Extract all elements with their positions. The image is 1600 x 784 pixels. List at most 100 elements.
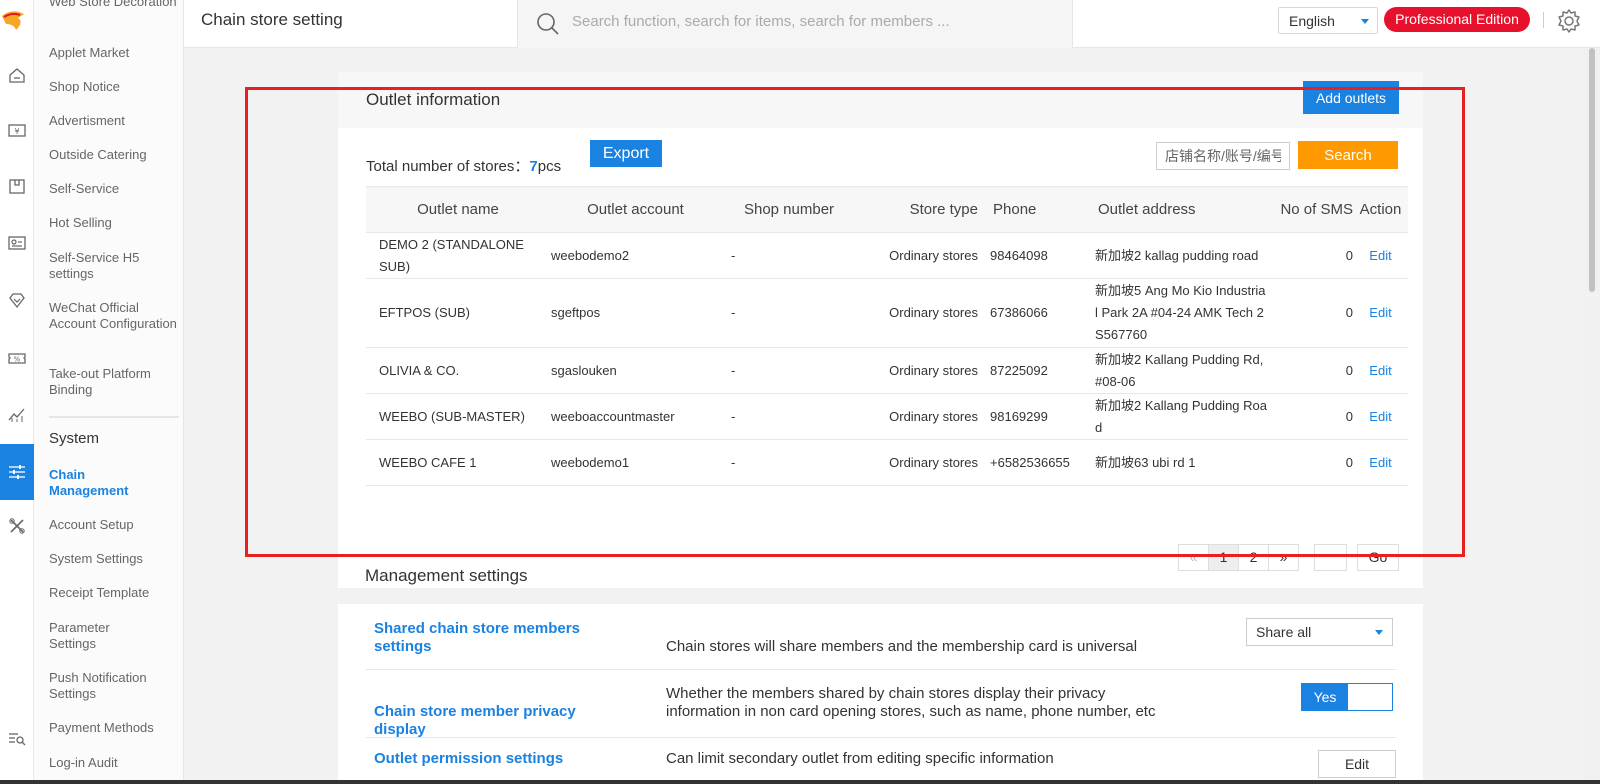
- edit-link[interactable]: Edit: [1353, 393, 1408, 440]
- edit-link[interactable]: Edit: [1353, 278, 1408, 348]
- sidebar-item-self-service-h5[interactable]: Self-Service H5 settings: [49, 250, 179, 282]
- sidebar-item-hot-selling[interactable]: Hot Selling: [49, 215, 179, 231]
- coupon-icon[interactable]: %: [0, 345, 34, 371]
- phone-cell: 98169299: [978, 393, 1083, 440]
- pagination-page-2[interactable]: 2: [1238, 544, 1269, 571]
- total-count: 7: [529, 158, 538, 175]
- sidebar-item-wechat-official[interactable]: WeChat Official Account Configuration: [49, 300, 179, 332]
- sidebar-item-parameter-settings[interactable]: Parameter Settings: [49, 620, 139, 652]
- outlet-account-cell: weebodemo1: [550, 439, 721, 486]
- sidebar-item-account-setup[interactable]: Account Setup: [49, 517, 179, 533]
- management-settings: Shared chain store members settings Chai…: [338, 604, 1423, 784]
- table-row: WEEBO (SUB-MASTER) weeboaccountmaster - …: [366, 393, 1408, 440]
- phone-cell: +6582536655: [978, 439, 1083, 486]
- diamond-icon[interactable]: [0, 287, 34, 313]
- store-search-input[interactable]: [1156, 142, 1290, 170]
- scrollbar[interactable]: [1584, 48, 1600, 784]
- sidebar-item-system-settings[interactable]: System Settings: [49, 551, 179, 567]
- chart-icon[interactable]: [0, 401, 34, 427]
- sidebar-item-web-store-decoration[interactable]: Web Store Decoration: [49, 0, 179, 10]
- main-content: Outlet information Add outlets Total num…: [184, 48, 1600, 784]
- address-cell: 新加坡5 Ang Mo Kio Industrial Park 2A #04-2…: [1083, 278, 1273, 348]
- chevron-down-icon: [1361, 19, 1369, 24]
- sms-count-cell: 0: [1273, 347, 1353, 394]
- add-outlets-button[interactable]: Add outlets: [1303, 81, 1399, 114]
- sidebar-item-payment-methods[interactable]: Payment Methods: [49, 720, 179, 736]
- chevron-down-icon: [1375, 630, 1383, 635]
- column-header[interactable]: Outlet address: [1083, 186, 1273, 233]
- edit-link[interactable]: Edit: [1353, 232, 1408, 279]
- sidebar-item-receipt-template[interactable]: Receipt Template: [49, 585, 179, 601]
- shop-number-cell: -: [721, 232, 857, 279]
- address-cell: 新加坡2 kallag pudding road: [1083, 232, 1273, 279]
- edition-badge[interactable]: Professional Edition: [1384, 7, 1530, 32]
- column-header[interactable]: Outlet account: [550, 186, 721, 233]
- store-type-cell: Ordinary stores: [857, 439, 978, 486]
- row-divider: [366, 737, 1396, 738]
- filter-search-icon[interactable]: [0, 725, 34, 751]
- home-icon[interactable]: [0, 62, 34, 88]
- table-row: EFTPOS (SUB) sgeftpos - Ordinary stores …: [366, 278, 1408, 348]
- sidebar-item-chain-management[interactable]: Chain Management: [49, 467, 149, 499]
- taskbar-edge: [0, 780, 1600, 784]
- pagination-page-1[interactable]: 1: [1208, 544, 1239, 571]
- pagination-go-button[interactable]: Go: [1357, 544, 1399, 571]
- sidebar-item-shop-notice[interactable]: Shop Notice: [49, 79, 179, 95]
- column-header[interactable]: Phone: [978, 186, 1083, 233]
- sidebar-item-login-audit[interactable]: Log-in Audit: [49, 755, 179, 771]
- sidebar-item-takeout-binding[interactable]: Take-out Platform Binding: [49, 366, 179, 398]
- member-card-icon[interactable]: [0, 230, 34, 256]
- outlet-name-cell: EFTPOS (SUB): [366, 278, 550, 348]
- pagination-next[interactable]: »: [1268, 544, 1299, 571]
- privacy-display-toggle[interactable]: Yes: [1301, 683, 1393, 711]
- svg-text:¥: ¥: [14, 127, 19, 136]
- column-header[interactable]: Shop number: [721, 186, 857, 233]
- outlet-name-cell: WEEBO (SUB-MASTER): [366, 393, 550, 440]
- global-search-input[interactable]: [572, 10, 1052, 32]
- box-icon[interactable]: [0, 173, 34, 199]
- address-cell: 新加坡2 Kallang Pudding Rd, #08-06: [1083, 347, 1273, 394]
- outlet-account-cell: weeboaccountmaster: [550, 393, 721, 440]
- phone-cell: 87225092: [978, 347, 1083, 394]
- edit-link[interactable]: Edit: [1353, 347, 1408, 394]
- sidebar-item-applet-market[interactable]: Applet Market: [49, 45, 179, 61]
- management-settings-title: Management settings: [365, 566, 528, 585]
- outlet-name-cell: OLIVIA & CO.: [366, 347, 550, 394]
- share-members-value: Share all: [1256, 624, 1312, 640]
- column-header[interactable]: No of SMS: [1273, 186, 1353, 233]
- column-header[interactable]: Store type: [857, 186, 978, 233]
- store-search-button[interactable]: Search: [1298, 141, 1398, 169]
- pagination-prev[interactable]: «: [1178, 544, 1209, 571]
- search-icon: [537, 13, 559, 35]
- tools-icon[interactable]: [0, 513, 34, 539]
- sidebar: Web Store Decoration Applet Market Shop …: [34, 0, 184, 784]
- column-header[interactable]: Outlet name: [366, 186, 550, 233]
- edit-link[interactable]: Edit: [1353, 439, 1408, 486]
- store-type-cell: Ordinary stores: [857, 347, 978, 394]
- sidebar-item-advertisment[interactable]: Advertisment: [49, 113, 179, 129]
- wallet-icon[interactable]: ¥: [0, 117, 34, 143]
- store-type-cell: Ordinary stores: [857, 232, 978, 279]
- column-header[interactable]: Action: [1353, 186, 1408, 233]
- sms-count-cell: 0: [1273, 393, 1353, 440]
- settings-sliders-icon[interactable]: [0, 444, 34, 500]
- store-type-cell: Ordinary stores: [857, 393, 978, 440]
- setting-desc-member-privacy: Whether the members shared by chain stor…: [666, 685, 1156, 720]
- pagination-page-input[interactable]: [1314, 544, 1347, 571]
- sidebar-item-outside-catering[interactable]: Outside Catering: [49, 147, 179, 163]
- sidebar-item-push-notification[interactable]: Push Notification Settings: [49, 670, 179, 702]
- shop-number-cell: -: [721, 439, 857, 486]
- outlet-table: Outlet name Outlet account Shop number S…: [366, 186, 1408, 486]
- outlet-permission-edit-button[interactable]: Edit: [1318, 750, 1396, 778]
- scrollbar-thumb[interactable]: [1589, 48, 1595, 292]
- share-members-select[interactable]: Share all: [1246, 618, 1393, 646]
- export-button[interactable]: Export: [590, 140, 662, 167]
- gear-icon[interactable]: [1556, 8, 1582, 34]
- table-row: DEMO 2 (STANDALONE SUB) weebodemo2 - Ord…: [366, 232, 1408, 279]
- language-select[interactable]: English: [1278, 7, 1378, 34]
- sidebar-item-self-service[interactable]: Self-Service: [49, 181, 179, 197]
- outlet-name-cell: DEMO 2 (STANDALONE SUB): [366, 232, 550, 279]
- toggle-yes-label: Yes: [1302, 684, 1348, 710]
- language-value: English: [1289, 13, 1335, 29]
- row-divider: [366, 669, 1396, 670]
